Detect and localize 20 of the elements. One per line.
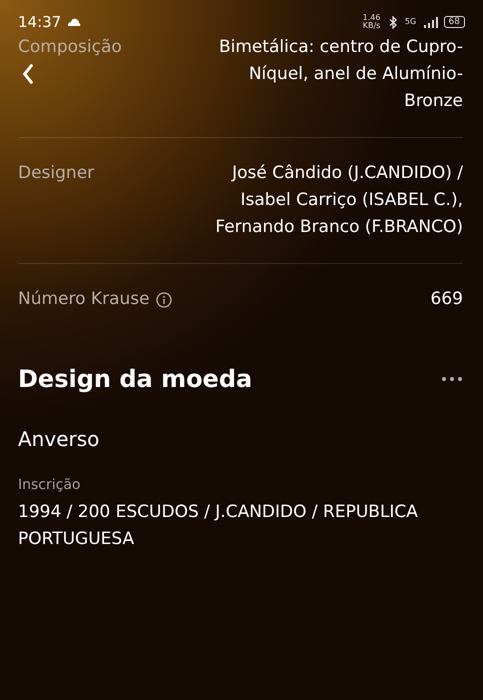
signal-icon bbox=[424, 16, 438, 28]
more-icon[interactable] bbox=[441, 376, 463, 382]
status-time: 14:37 bbox=[18, 13, 62, 31]
detail-label: Número Krause bbox=[18, 288, 150, 311]
detail-value: 669 bbox=[430, 288, 463, 311]
field-label: Inscrição bbox=[18, 477, 82, 493]
network-type: 5G bbox=[404, 18, 418, 26]
detail-value: José Cândido (J.CANDIDO) / Isabel Carriço (ISABEL C.), Fernando Branco (F.BRANCO) bbox=[214, 162, 463, 239]
detail-label: Composição bbox=[18, 36, 122, 59]
cloud-icon bbox=[67, 18, 82, 26]
info-icon[interactable] bbox=[156, 292, 172, 308]
side-title: Anverso bbox=[18, 427, 100, 451]
detail-label: Designer bbox=[18, 162, 94, 185]
battery-level: 68 bbox=[444, 16, 465, 28]
field-value: 1994 / 200 ESCUDOS / J.CANDIDO / REPUBLICA PORTUGUESA bbox=[18, 501, 419, 551]
bluetooth-icon bbox=[388, 16, 398, 28]
network-speed: 1.46 KB/s bbox=[362, 14, 382, 30]
detail-value: Bimetálica: centro de Cupro-Níquel, anel de Alumínio-Bronze bbox=[218, 36, 463, 113]
section-title: Design da moeda bbox=[18, 365, 252, 393]
back-button[interactable] bbox=[22, 64, 34, 84]
